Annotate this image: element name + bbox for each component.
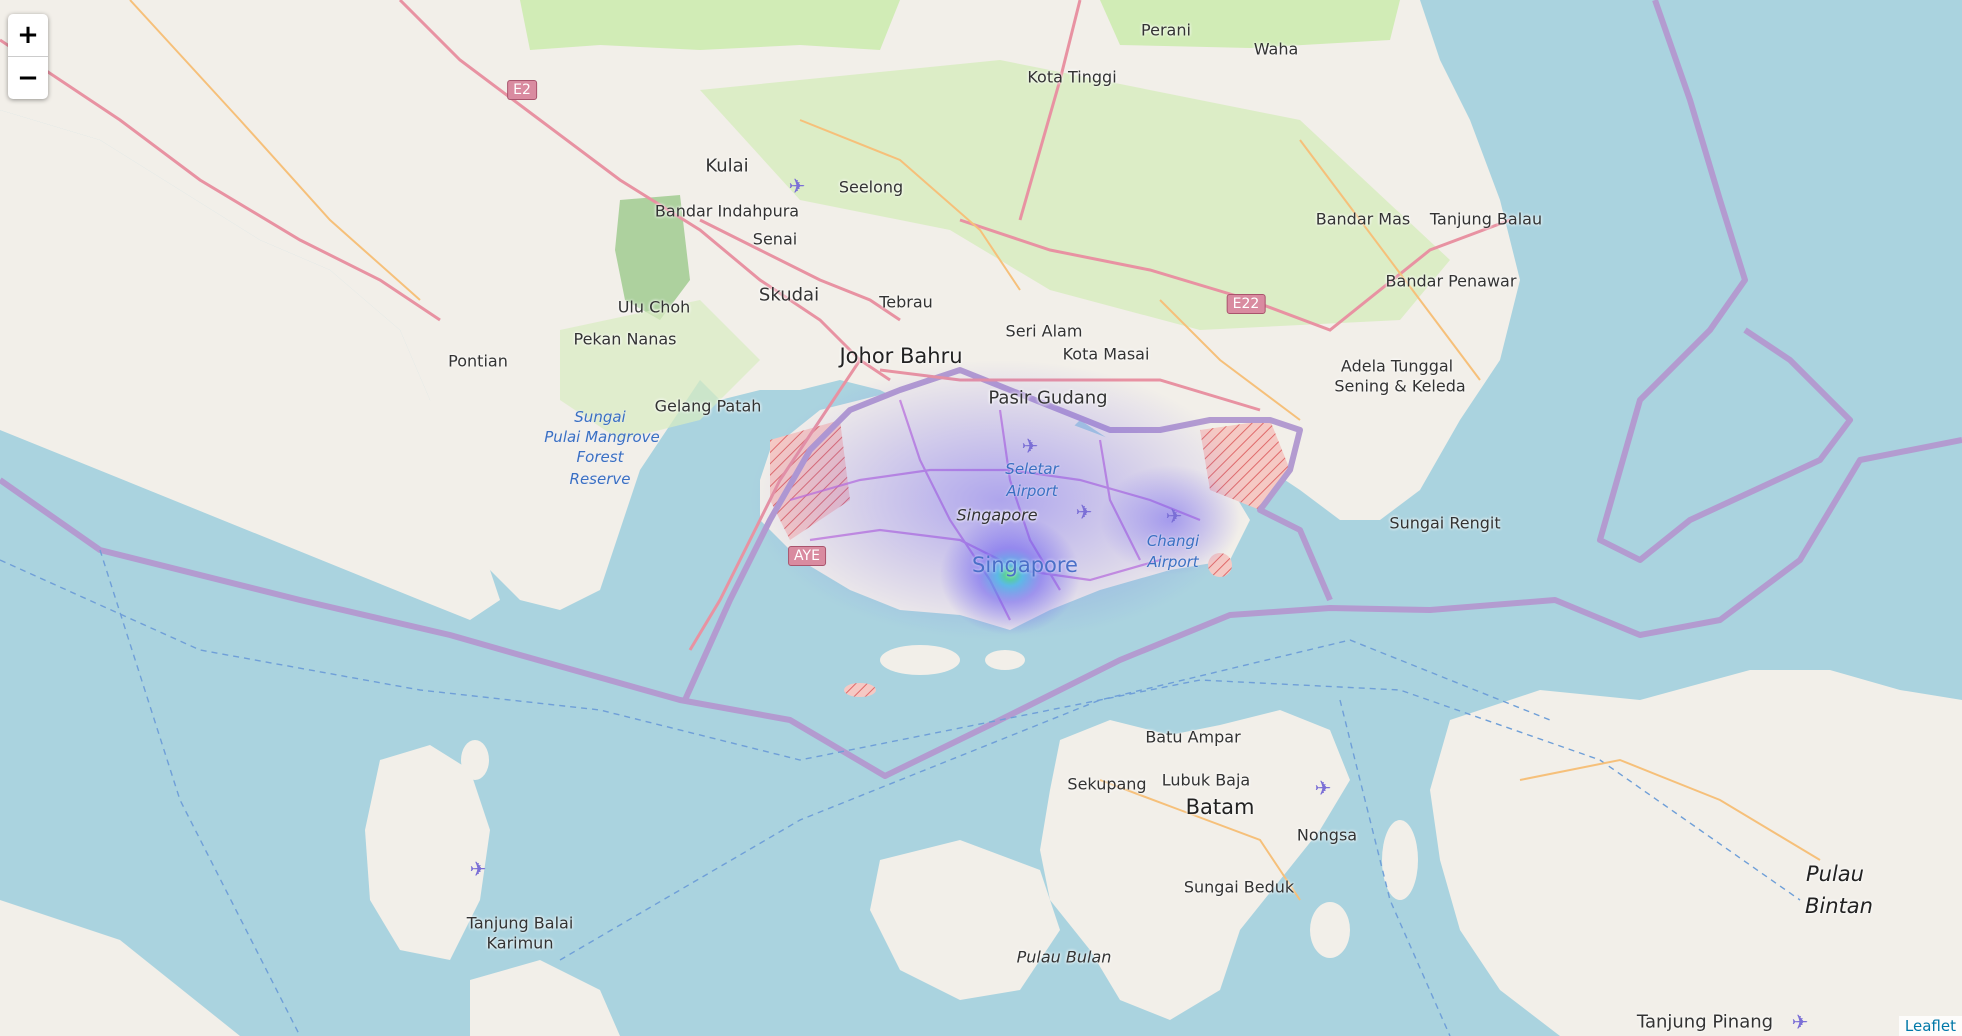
- map-view[interactable]: E2 E22 AYE ✈ ✈ ✈ ✈ ✈ ✈ ✈ Perani Waha Kot…: [0, 0, 1962, 1036]
- road-shield-e2: E2: [507, 80, 537, 100]
- place-label-nongsa: Nongsa: [1296, 825, 1358, 845]
- place-label-singapore-region: Singapore: [956, 505, 1038, 525]
- place-label-tanjung-balau: Tanjung Balau: [1429, 209, 1543, 229]
- zoom-out-button[interactable]: −: [8, 56, 48, 99]
- place-label-pontian: Pontian: [448, 351, 508, 371]
- place-label-bandar-mas: Bandar Mas: [1315, 209, 1411, 229]
- reserve-label-4: Reserve: [569, 470, 631, 488]
- plane-icon[interactable]: ✈: [470, 857, 487, 881]
- place-label-adela-tunggal: Adela Tunggal: [1340, 356, 1454, 376]
- plane-icon[interactable]: ✈: [1022, 434, 1039, 458]
- plane-icon[interactable]: ✈: [1315, 776, 1332, 800]
- place-label-sungai-rengit: Sungai Rengit: [1389, 513, 1501, 533]
- place-label-tebrau: Tebrau: [879, 292, 933, 312]
- plane-icon[interactable]: ✈: [1166, 504, 1183, 528]
- zoom-control: + −: [8, 14, 48, 99]
- place-label-pekan-nanas: Pekan Nanas: [573, 329, 677, 349]
- place-label-batam: Batam: [1185, 795, 1255, 819]
- attribution-link[interactable]: Leaflet: [1898, 1016, 1962, 1036]
- place-label-johor-bahru: Johor Bahru: [839, 344, 963, 368]
- plane-icon[interactable]: ✈: [789, 174, 806, 198]
- place-label-waha: Waha: [1253, 39, 1299, 59]
- road-shield-e22: E22: [1226, 294, 1266, 314]
- reserve-label-1: Sungai: [574, 408, 626, 426]
- plane-icon[interactable]: ✈: [1792, 1010, 1809, 1034]
- road-shield-aye: AYE: [788, 546, 826, 566]
- place-label-seri-alam: Seri Alam: [1005, 321, 1083, 341]
- reserve-label-2: Pulai Mangrove: [544, 428, 660, 446]
- place-label-pasir-gudang: Pasir Gudang: [988, 387, 1108, 409]
- place-label-karimun: Karimun: [486, 933, 554, 953]
- airport-label-changi-1: Changi: [1146, 532, 1200, 550]
- place-label-perani: Perani: [1141, 20, 1191, 40]
- airport-label-seletar-1: Seletar: [1005, 460, 1059, 478]
- place-label-kulai: Kulai: [705, 155, 749, 177]
- place-label-sening-keleda: Sening & Keleda: [1334, 376, 1466, 396]
- reserve-label-3: Forest: [576, 448, 624, 466]
- airport-label-changi-2: Airport: [1147, 553, 1199, 571]
- plane-icon[interactable]: ✈: [1076, 500, 1093, 524]
- place-label-bandar-penawar: Bandar Penawar: [1385, 271, 1517, 291]
- place-label-skudai: Skudai: [758, 284, 820, 306]
- place-label-kota-masai: Kota Masai: [1062, 344, 1150, 364]
- place-label-senai: Senai: [752, 229, 798, 249]
- place-label-sungai-beduk: Sungai Beduk: [1183, 877, 1295, 897]
- place-label-lubuk-baja: Lubuk Baja: [1161, 770, 1251, 790]
- zoom-in-button[interactable]: +: [8, 14, 48, 56]
- place-label-pulau-bintan-2: Bintan: [1805, 894, 1873, 918]
- place-label-tanjung-balai: Tanjung Balai: [466, 913, 574, 933]
- place-label-pulau-bulan: Pulau Bulan: [1016, 947, 1112, 967]
- place-label-pulau-bintan-1: Pulau: [1806, 862, 1864, 886]
- place-label-kota-tinggi: Kota Tinggi: [1027, 67, 1117, 87]
- place-label-sekupang: Sekupang: [1067, 774, 1147, 794]
- place-label-gelang-patah: Gelang Patah: [654, 396, 762, 416]
- place-label-batu-ampar: Batu Ampar: [1145, 727, 1241, 747]
- place-label-singapore-city: Singapore: [972, 553, 1078, 577]
- place-label-ulu-choh: Ulu Choh: [617, 297, 691, 317]
- place-label-tanjung-pinang: Tanjung Pinang: [1636, 1011, 1774, 1033]
- place-label-bandar-indahpura: Bandar Indahpura: [654, 201, 800, 221]
- place-label-seelong: Seelong: [838, 177, 904, 197]
- airport-label-seletar-2: Airport: [1006, 482, 1058, 500]
